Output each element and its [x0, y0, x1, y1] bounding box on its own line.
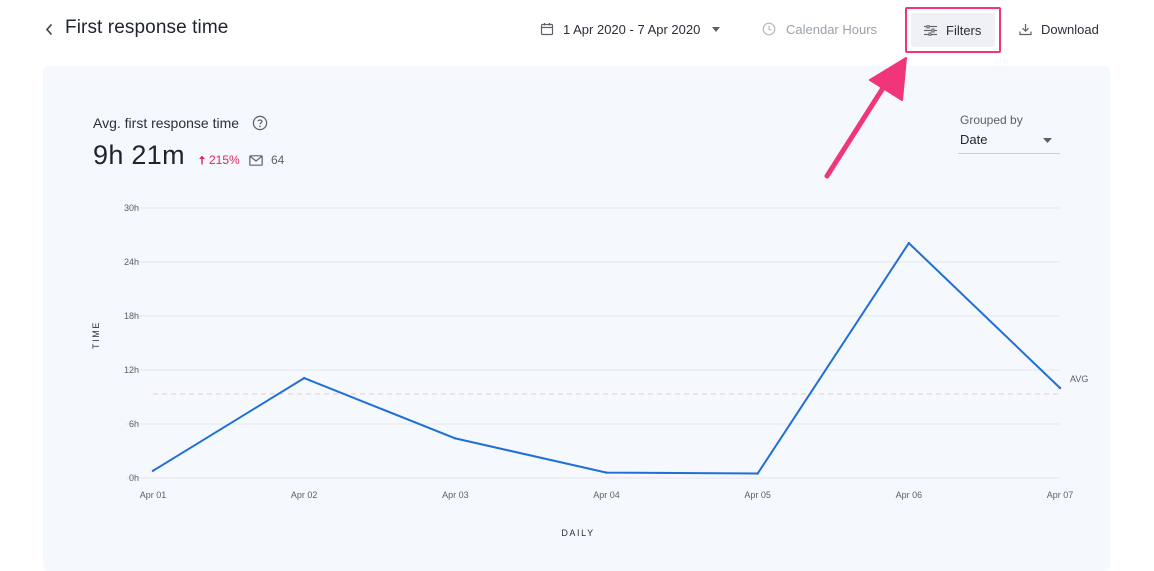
y-tick-label: 12h	[124, 365, 139, 375]
x-tick-label: Apr 02	[291, 490, 318, 500]
series-line	[152, 242, 1061, 475]
data-point	[605, 471, 608, 474]
data-point	[1058, 386, 1062, 390]
data-point	[454, 437, 457, 440]
average-label: AVG	[1070, 374, 1088, 384]
line-chart: 0h 6h 12h 18h 24h 30h Apr 01 Apr 02 Apr 03 Apr 0…	[91, 203, 1088, 538]
x-tick-label: Apr 05	[744, 490, 771, 500]
data-point	[907, 241, 911, 245]
x-tick-label: Apr 04	[593, 490, 620, 500]
y-tick-label: 24h	[124, 257, 139, 267]
x-tick-label: Apr 07	[1047, 490, 1074, 500]
x-tick-label: Apr 01	[140, 490, 167, 500]
y-tick-label: 18h	[124, 311, 139, 321]
x-axis-title: DAILY	[561, 528, 594, 538]
data-point	[756, 472, 759, 475]
data-point	[302, 376, 306, 380]
data-point	[151, 469, 155, 472]
y-tick-label: 30h	[124, 203, 139, 213]
x-tick-label: Apr 06	[896, 490, 923, 500]
y-axis-title: TIME	[91, 321, 101, 349]
y-tick-label: 6h	[129, 419, 139, 429]
x-tick-label: Apr 03	[442, 490, 469, 500]
y-tick-label: 0h	[129, 473, 139, 483]
